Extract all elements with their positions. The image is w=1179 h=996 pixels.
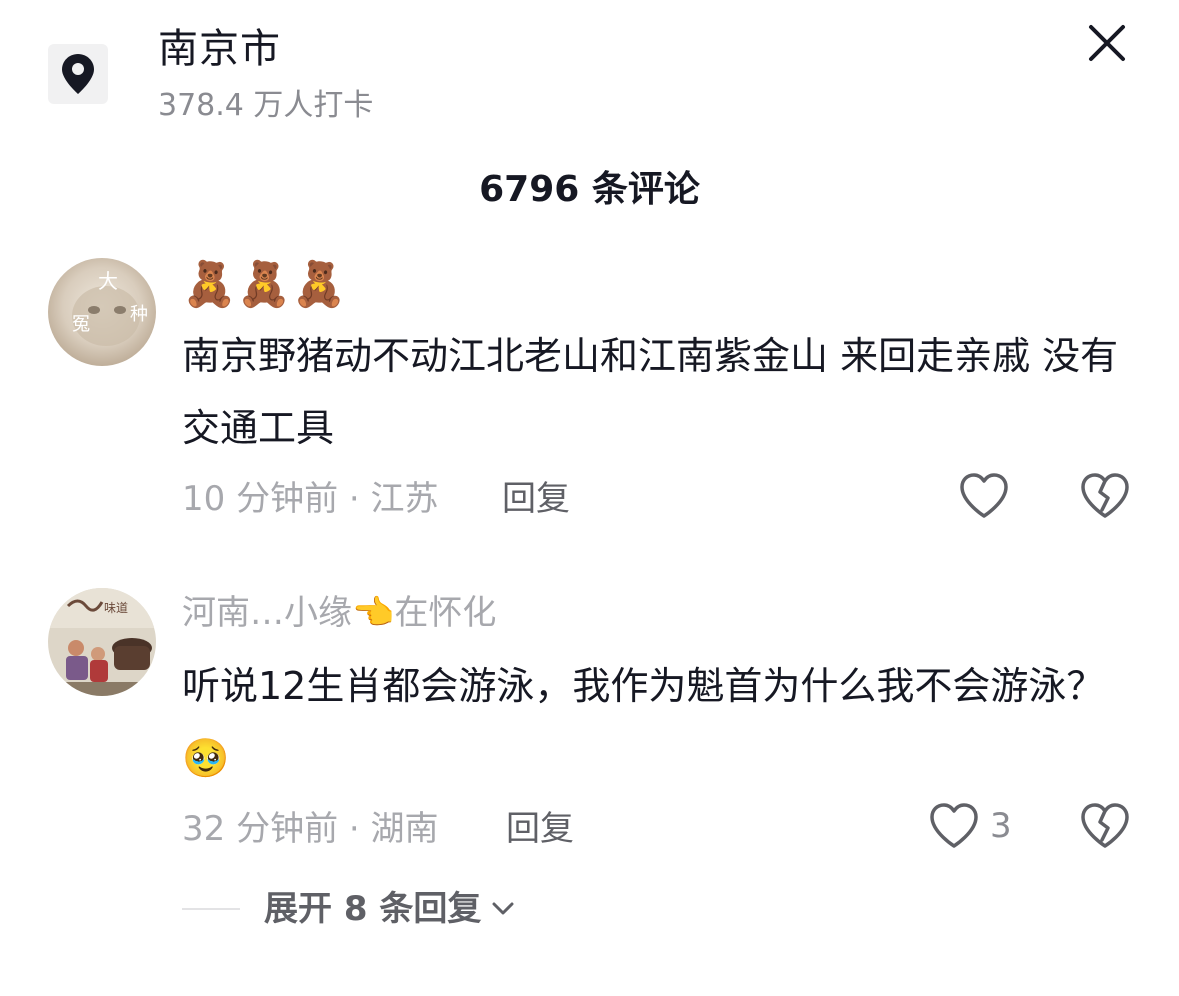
avatar-char: 大 (98, 269, 118, 293)
like-count: 3 (990, 806, 1012, 846)
divider (182, 908, 240, 910)
map-pin-icon (62, 54, 94, 94)
comments-count-title: 6796 条评论 (479, 169, 700, 210)
broken-heart-icon[interactable] (1080, 472, 1130, 520)
checkin-count: 378.4 万人打卡 (158, 88, 374, 123)
comment-username[interactable]: 河南…小缘👈在怀化 (182, 590, 496, 636)
avatar-char: 冤 (72, 314, 90, 335)
close-icon[interactable] (1088, 24, 1126, 62)
heart-icon[interactable] (958, 472, 1010, 520)
dislike-button[interactable] (1080, 802, 1130, 850)
like-button[interactable] (958, 472, 1010, 520)
avatar[interactable]: 大 冤 种 (48, 258, 156, 366)
reply-button[interactable]: 回复 (506, 806, 574, 852)
comment-text: 南京野猪动不动江北老山和江南紫金山 来回走亲戚 没有交通工具 (182, 334, 1119, 450)
comment-text: 听说12生肖都会游泳，我作为魁首为什么我不会游泳？🥹 (182, 664, 1105, 780)
reply-button[interactable]: 回复 (502, 476, 570, 522)
svg-text:味道: 味道 (104, 601, 128, 615)
heart-icon[interactable] (928, 802, 980, 850)
chevron-down-icon[interactable] (491, 901, 515, 917)
expand-replies-label[interactable]: 展开 8 条回复 (264, 886, 481, 932)
broken-heart-icon[interactable] (1080, 802, 1130, 850)
location-icon-box (48, 44, 108, 104)
expand-replies-button[interactable]: 展开 8 条回复 (182, 886, 515, 932)
like-button[interactable]: 3 (928, 802, 1012, 850)
comment-meta: 10 分钟前 · 江苏 (182, 479, 439, 519)
close-button[interactable] (1078, 18, 1136, 68)
username-emoji[interactable]: 🧸🧸🧸 (182, 258, 346, 312)
avatar-char: 种 (130, 304, 148, 325)
location-name[interactable]: 南京市 (158, 22, 281, 76)
dislike-button[interactable] (1080, 472, 1130, 520)
avatar[interactable]: 味道 (48, 588, 156, 696)
comment-meta: 32 分钟前 · 湖南 (182, 809, 439, 849)
